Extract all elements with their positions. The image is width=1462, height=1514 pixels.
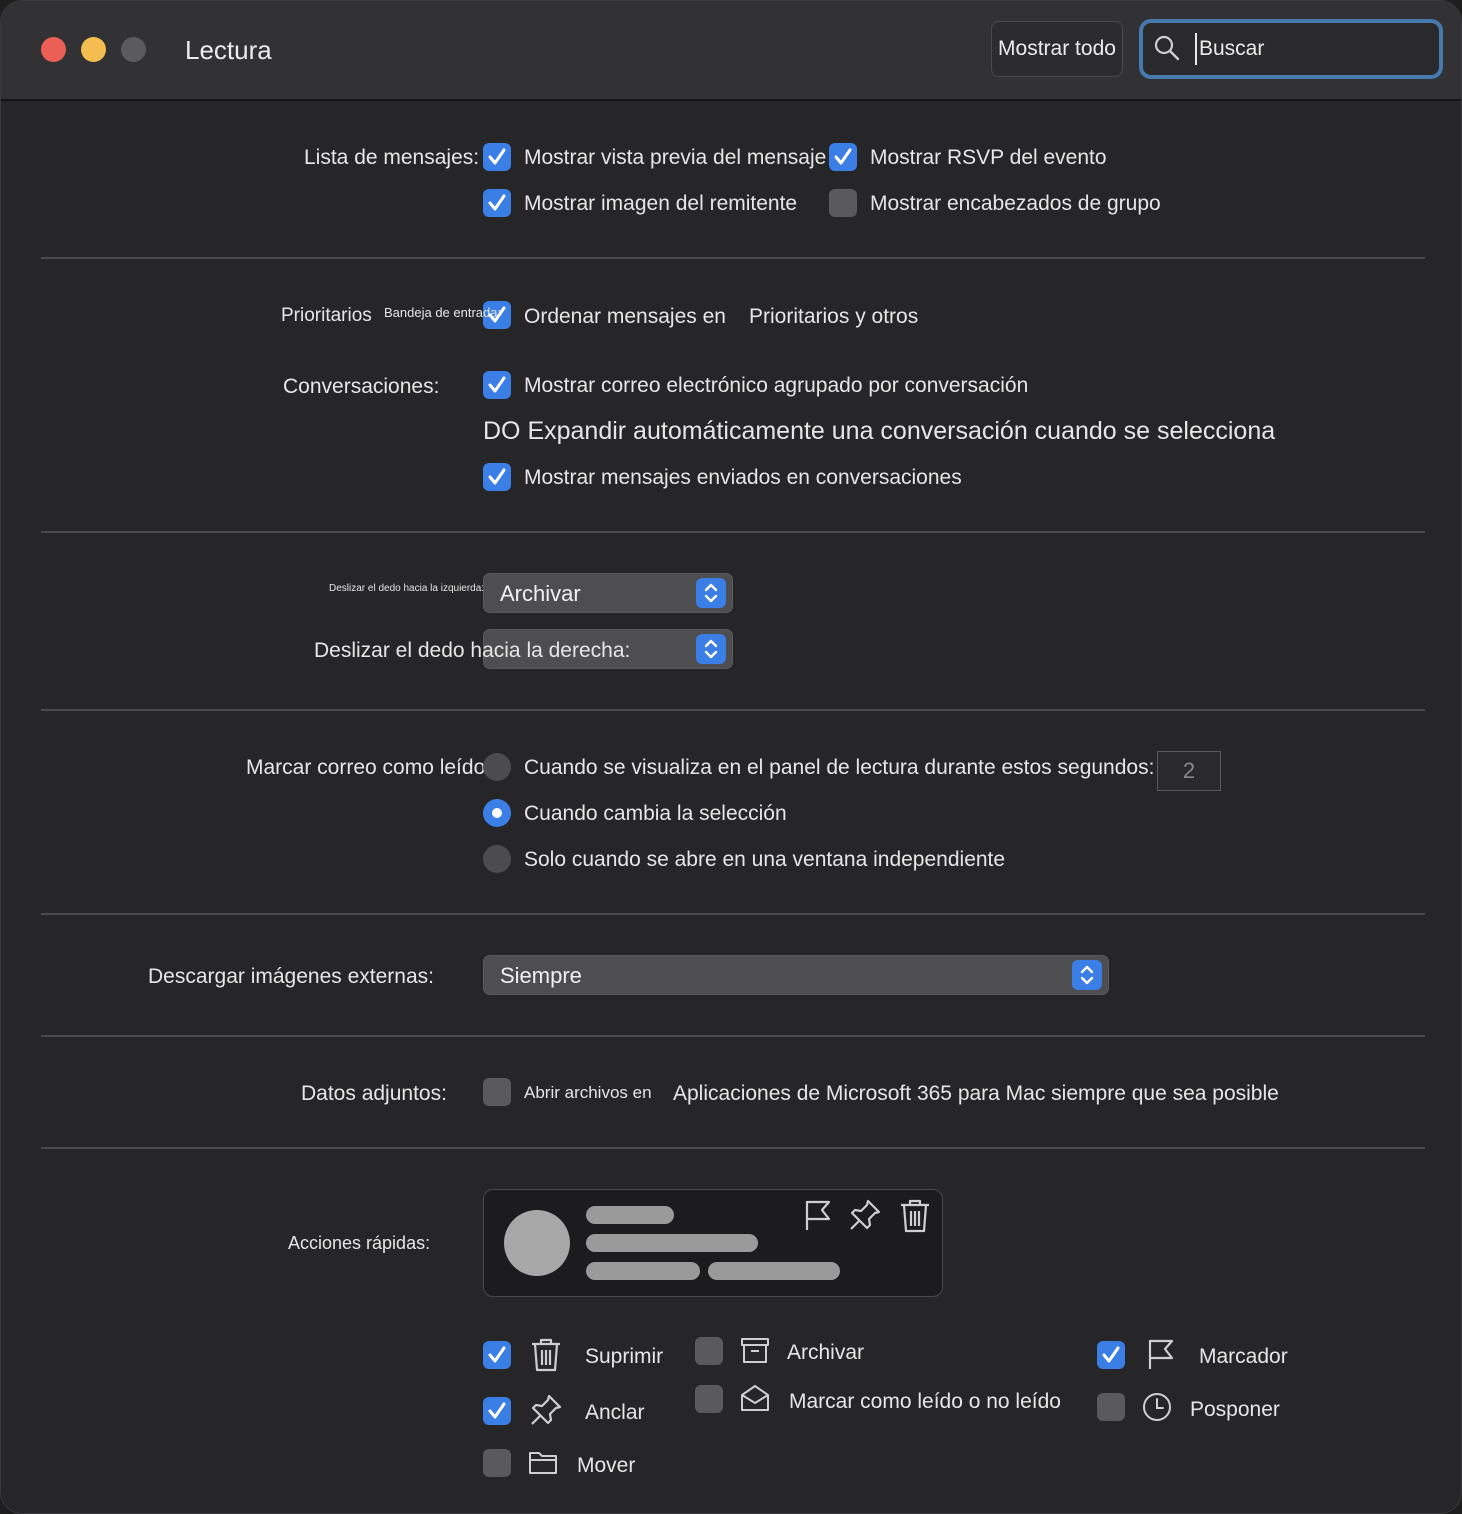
section-divider: [41, 913, 1425, 915]
swipe-left-label: Deslizar el dedo hacia la izquierda:: [329, 583, 485, 594]
show-preview-label: Mostrar vista previa del mensaje: [524, 146, 827, 169]
quick-action-move-label: Mover: [577, 1454, 636, 1477]
conversations-label: Conversaciones:: [283, 375, 440, 398]
attachments-label: Datos adjuntos:: [301, 1082, 447, 1105]
show-sender-image-label: Mostrar imagen del remitente: [524, 192, 798, 215]
external-images-label: Descargar imágenes externas:: [148, 965, 434, 988]
mark-read-after-seconds-label: Cuando se visualiza en el panel de lectu…: [524, 756, 1155, 779]
show-rsvp-checkbox[interactable]: [829, 143, 857, 171]
trash-icon: [901, 1199, 929, 1233]
updown-chevron-icon: [1072, 960, 1102, 990]
flag-icon: [805, 1200, 831, 1230]
mark-read-separate-window-label: Solo cuando se abre en una ventana indep…: [524, 848, 1006, 871]
window-title: Lectura: [185, 35, 272, 65]
mark-read-separate-window-radio[interactable]: [483, 845, 511, 873]
message-list-label: Lista de mensajes:: [304, 146, 480, 169]
mark-read-selection-change-radio[interactable]: [483, 799, 511, 827]
avatar: [504, 1210, 570, 1276]
swipe-left-value: Archivar: [500, 581, 581, 606]
checkmark-icon: [488, 468, 506, 485]
mark-read-after-seconds-radio[interactable]: [483, 753, 511, 781]
show-all-button[interactable]: Mostrar todo: [991, 21, 1123, 77]
section-divider: [41, 257, 1425, 259]
group-by-conversation-checkbox[interactable]: [483, 371, 511, 399]
swipe-left-select[interactable]: Archivar: [483, 573, 733, 613]
minimize-window-button[interactable]: [81, 37, 106, 62]
show-rsvp-label: Mostrar RSVP del evento: [870, 146, 1107, 169]
updown-chevron-icon: [696, 578, 726, 608]
preferences-window: Lectura Mostrar todo Lista de mensajes: …: [0, 0, 1462, 1514]
quick-actions-label: Acciones rápidas:: [288, 1233, 431, 1253]
preview-line: [586, 1262, 700, 1280]
quick-action-flag-label: Marcador: [1199, 1345, 1288, 1368]
show-group-headers-label: Mostrar encabezados de grupo: [870, 192, 1161, 215]
quick-action-move-checkbox[interactable]: [483, 1449, 511, 1477]
quick-action-pin-checkbox[interactable]: [483, 1397, 511, 1425]
sort-messages-label: Ordenar mensajes en: [524, 305, 726, 328]
clock-icon: [1143, 1393, 1171, 1421]
swipe-right-label: Deslizar el dedo hacia la derecha:: [314, 639, 631, 662]
search-input[interactable]: [1195, 33, 1425, 65]
seconds-field[interactable]: 2: [1157, 751, 1221, 791]
quick-action-delete-checkbox[interactable]: [483, 1341, 511, 1369]
close-window-button[interactable]: [41, 37, 66, 62]
checkmark-icon: [488, 148, 506, 165]
pin-icon: [531, 1394, 562, 1425]
show-preview-checkbox[interactable]: [483, 143, 511, 171]
show-sender-image-checkbox[interactable]: [483, 189, 511, 217]
quick-action-mark-read-label: Marcar como leído o no leído: [789, 1390, 1061, 1413]
preview-line: [586, 1234, 758, 1252]
flag-icon: [1148, 1339, 1174, 1369]
title-bar: Lectura Mostrar todo: [1, 1, 1461, 101]
section-divider: [41, 709, 1425, 711]
checkmark-icon: [488, 194, 506, 211]
mark-read-selection-change-label: Cuando cambia la selección: [524, 802, 787, 825]
checkmark-icon: [1102, 1346, 1120, 1363]
section-divider: [41, 531, 1425, 533]
search-field[interactable]: [1139, 19, 1443, 79]
search-icon: [1154, 35, 1180, 61]
show-group-headers-checkbox[interactable]: [829, 189, 857, 217]
checkmark-icon: [488, 1346, 506, 1363]
office-apps-label: Aplicaciones de Microsoft 365 para Mac s…: [673, 1082, 1279, 1105]
preview-line: [586, 1206, 674, 1224]
envelope-open-icon: [741, 1385, 769, 1411]
zoom-window-button[interactable]: [121, 37, 146, 62]
group-by-conversation-label: Mostrar correo electrónico agrupado por …: [524, 374, 1029, 397]
pin-icon: [850, 1199, 881, 1230]
show-sent-in-conversations-label: Mostrar mensajes enviados en conversacio…: [524, 466, 962, 489]
checkmark-icon: [834, 148, 852, 165]
external-images-select[interactable]: Siempre: [483, 955, 1109, 995]
section-divider: [41, 1035, 1425, 1037]
quick-action-snooze-checkbox[interactable]: [1097, 1393, 1125, 1421]
quick-action-snooze-label: Posponer: [1190, 1398, 1280, 1421]
folder-icon: [529, 1452, 557, 1474]
checkmark-icon: [488, 376, 506, 393]
archive-icon: [741, 1338, 769, 1363]
updown-chevron-icon: [696, 634, 726, 664]
trash-icon: [532, 1338, 560, 1372]
quick-action-delete-label: Suprimir: [585, 1345, 664, 1368]
quick-action-pin-label: Anclar: [585, 1401, 645, 1424]
focused-other-label: Prioritarios y otros: [749, 305, 919, 328]
external-images-value: Siempre: [500, 963, 582, 988]
quick-action-flag-checkbox[interactable]: [1097, 1341, 1125, 1369]
open-files-in-label: Abrir archivos en: [524, 1083, 652, 1102]
show-sent-in-conversations-checkbox[interactable]: [483, 463, 511, 491]
open-in-office-checkbox[interactable]: [483, 1078, 511, 1106]
preview-line: [708, 1262, 840, 1280]
quick-action-archive-label: Archivar: [787, 1341, 865, 1364]
quick-action-mark-read-checkbox[interactable]: [695, 1385, 723, 1413]
quick-action-archive-checkbox[interactable]: [695, 1337, 723, 1365]
mark-read-label: Marcar correo como leído:: [246, 756, 492, 779]
quick-actions-preview: [483, 1189, 943, 1297]
inbox-label: Bandeja de entrada:: [384, 305, 502, 320]
auto-expand-conversation-label[interactable]: DO Expandir automáticamente una conversa…: [483, 417, 1275, 446]
checkmark-icon: [488, 1402, 506, 1419]
section-divider: [41, 1147, 1425, 1149]
focused-label: Prioritarios: [281, 305, 372, 326]
